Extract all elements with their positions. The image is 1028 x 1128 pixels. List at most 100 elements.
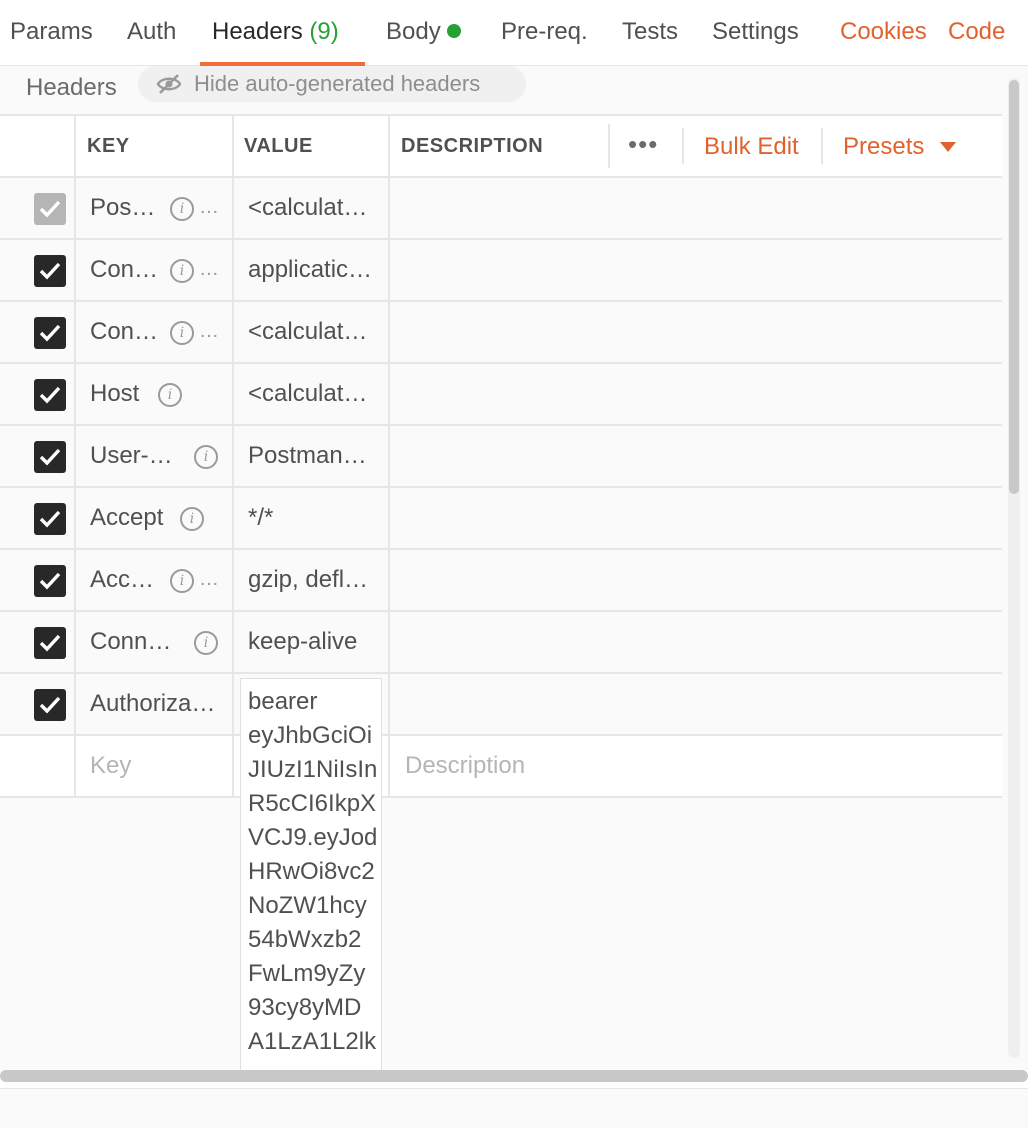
divider bbox=[821, 128, 823, 164]
section-title: Headers bbox=[26, 74, 117, 101]
divider bbox=[0, 362, 1002, 364]
tab-auth[interactable]: Auth bbox=[127, 0, 176, 66]
info-icon[interactable]: i bbox=[170, 259, 194, 283]
auth-value-line: VCJ9.eyJod bbox=[248, 824, 378, 851]
headers-count-badge: (9) bbox=[309, 18, 339, 45]
info-icon[interactable]: i bbox=[158, 383, 182, 407]
key-overflow-ellipsis: … bbox=[199, 258, 219, 280]
auth-value-line: R5cCI6IkpX bbox=[248, 790, 377, 817]
header-key[interactable]: User-… bbox=[90, 442, 173, 470]
header-key[interactable]: Con… bbox=[90, 256, 158, 284]
table-row: User-… i Postman… bbox=[0, 426, 1002, 488]
hide-auto-generated-label: Hide auto-generated headers bbox=[194, 71, 481, 96]
footer-bar bbox=[0, 1088, 1028, 1128]
auth-value-line: FwLm9yZy bbox=[248, 960, 366, 987]
authorization-value-editor[interactable]: bearer eyJhbGciOi JIUzI1NiIsIn R5cCI6Ikp… bbox=[240, 678, 382, 1070]
row-checkbox[interactable] bbox=[34, 255, 66, 287]
table-row: Accept i */* bbox=[0, 488, 1002, 550]
divider bbox=[388, 114, 390, 798]
key-overflow-ellipsis: … bbox=[199, 568, 219, 590]
table-row: Acc… i … gzip, defl… bbox=[0, 550, 1002, 612]
tab-params[interactable]: Params bbox=[10, 0, 93, 66]
header-key[interactable]: Acc… bbox=[90, 566, 154, 594]
divider bbox=[0, 486, 1002, 488]
header-key[interactable]: Con… bbox=[90, 318, 158, 346]
table-row: Pos… i … <calculat… bbox=[0, 178, 1002, 240]
tab-headers-label: Headers bbox=[212, 18, 303, 45]
auth-value-line: JIUzI1NiIsIn bbox=[248, 756, 378, 783]
divider bbox=[0, 610, 1002, 612]
tab-settings[interactable]: Settings bbox=[712, 0, 799, 66]
header-value[interactable]: applicatic… bbox=[248, 256, 372, 284]
divider bbox=[0, 796, 1002, 798]
key-overflow-ellipsis: … bbox=[199, 196, 219, 218]
divider bbox=[682, 128, 684, 164]
headers-panel: Headers Hide auto-generated headers KEY … bbox=[0, 66, 1028, 1070]
header-key[interactable]: Conn… bbox=[90, 628, 171, 656]
vertical-scrollbar-thumb[interactable] bbox=[1009, 80, 1019, 494]
divider bbox=[74, 114, 76, 798]
auth-value-line: A1LzA1L2lk bbox=[248, 1028, 377, 1055]
new-key-input[interactable]: Key bbox=[90, 752, 131, 780]
key-overflow-ellipsis: … bbox=[199, 320, 219, 342]
info-icon[interactable]: i bbox=[170, 321, 194, 345]
row-checkbox[interactable] bbox=[34, 193, 66, 225]
table-row: Con… i … applicatic… bbox=[0, 240, 1002, 302]
presets-dropdown[interactable]: Presets bbox=[843, 116, 957, 176]
divider bbox=[608, 124, 610, 168]
info-icon[interactable]: i bbox=[194, 631, 218, 655]
divider bbox=[0, 300, 1002, 302]
row-checkbox[interactable] bbox=[34, 627, 66, 659]
divider bbox=[0, 176, 1002, 178]
table-row: Con… i … <calculat… bbox=[0, 302, 1002, 364]
header-value[interactable]: gzip, defl… bbox=[248, 566, 368, 594]
header-value[interactable]: <calculat… bbox=[248, 194, 367, 222]
header-value[interactable]: Postman… bbox=[248, 442, 367, 470]
code-link[interactable]: Code bbox=[948, 0, 1005, 66]
tab-prereq[interactable]: Pre-req. bbox=[501, 0, 588, 66]
presets-label: Presets bbox=[843, 133, 925, 160]
header-key[interactable]: Host bbox=[90, 380, 139, 408]
body-status-dot-icon bbox=[446, 24, 461, 38]
table-row: Host i <calculat… bbox=[0, 364, 1002, 426]
info-icon[interactable]: i bbox=[194, 445, 218, 469]
divider bbox=[0, 548, 1002, 550]
row-checkbox[interactable] bbox=[34, 441, 66, 473]
cookies-link[interactable]: Cookies bbox=[840, 0, 927, 66]
caret-down-icon bbox=[940, 142, 957, 152]
row-checkbox[interactable] bbox=[34, 379, 66, 411]
info-icon[interactable]: i bbox=[170, 569, 194, 593]
auth-value-line: 54bWxzb2 bbox=[248, 926, 362, 953]
info-icon[interactable]: i bbox=[170, 197, 194, 221]
header-key[interactable]: Pos… bbox=[90, 194, 155, 222]
hide-auto-generated-toggle[interactable]: Hide auto-generated headers bbox=[138, 66, 526, 102]
divider bbox=[0, 114, 1002, 116]
tab-tests[interactable]: Tests bbox=[622, 0, 678, 66]
header-value[interactable]: <calculat… bbox=[248, 380, 367, 408]
new-header-row: Key Description bbox=[0, 736, 1002, 798]
row-checkbox[interactable] bbox=[34, 317, 66, 349]
new-description-input[interactable]: Description bbox=[405, 752, 525, 780]
more-options-icon[interactable]: ••• bbox=[628, 116, 658, 176]
row-checkbox[interactable] bbox=[34, 503, 66, 535]
divider bbox=[232, 114, 234, 798]
header-value[interactable]: keep-alive bbox=[248, 628, 357, 656]
horizontal-scrollbar[interactable] bbox=[0, 1070, 1028, 1082]
info-icon[interactable]: i bbox=[180, 507, 204, 531]
auth-value-line: eyJhbGciOi bbox=[248, 722, 373, 749]
column-header-description: DESCRIPTION bbox=[401, 135, 544, 157]
header-value[interactable]: <calculat… bbox=[248, 318, 367, 346]
header-key[interactable]: Accept bbox=[90, 504, 163, 532]
row-checkbox[interactable] bbox=[34, 565, 66, 597]
auth-value-line: 93cy8yMD bbox=[248, 994, 362, 1021]
divider bbox=[0, 424, 1002, 426]
request-tab-bar: Params Auth Headers (9) Body Pre-req. Te… bbox=[0, 0, 1028, 66]
divider bbox=[0, 672, 1002, 674]
header-key[interactable]: Authoriza… bbox=[90, 690, 215, 718]
table-row: Authoriza… bbox=[0, 674, 1002, 736]
row-checkbox[interactable] bbox=[34, 689, 66, 721]
tab-body[interactable]: Body bbox=[386, 0, 461, 66]
tab-headers[interactable]: Headers (9) bbox=[200, 0, 365, 66]
header-value[interactable]: */* bbox=[248, 504, 273, 532]
bulk-edit-button[interactable]: Bulk Edit bbox=[704, 116, 799, 176]
